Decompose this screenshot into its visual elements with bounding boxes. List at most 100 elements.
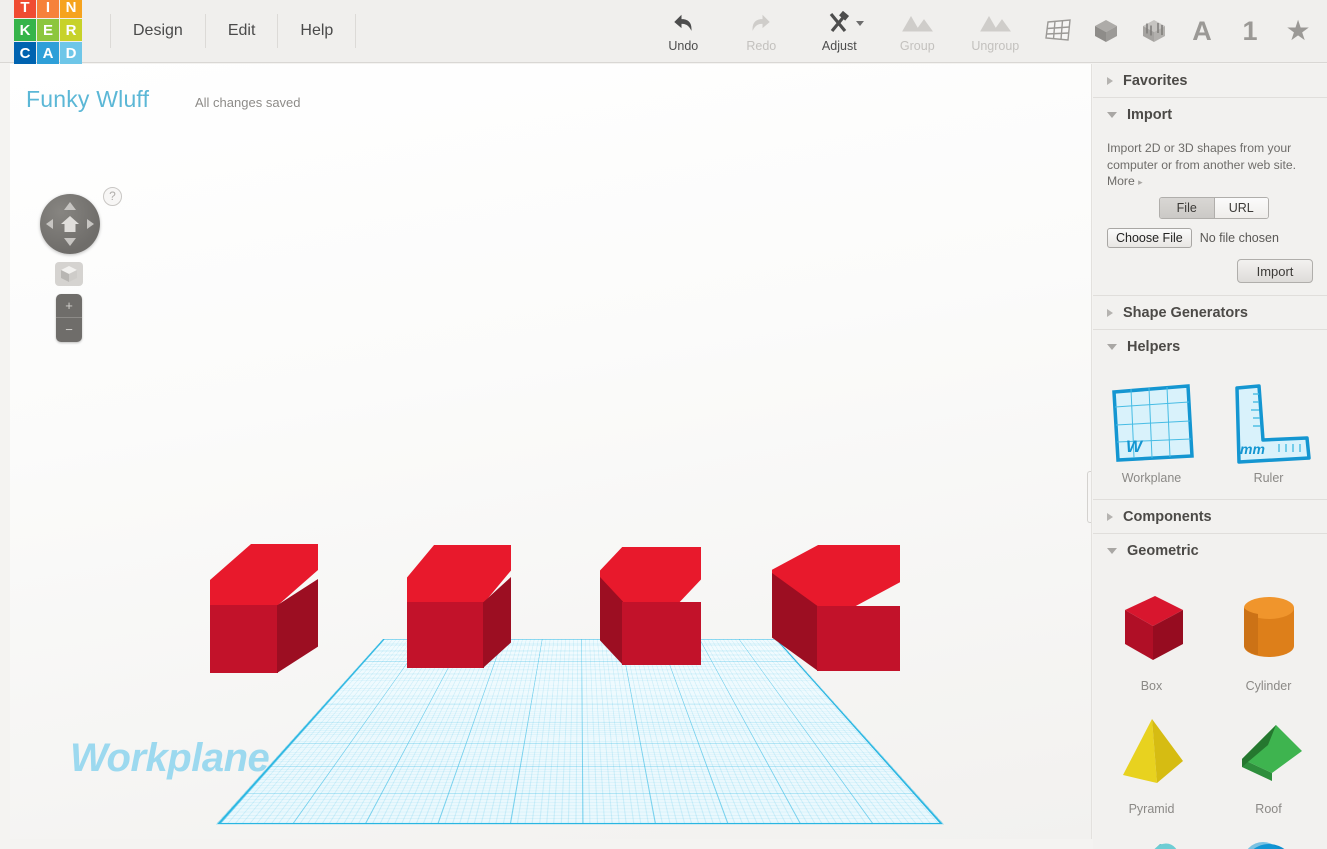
zoom-out-button[interactable]: −	[56, 318, 82, 342]
tab-file[interactable]: File	[1160, 198, 1214, 218]
sphere-shape-icon	[1210, 830, 1327, 849]
chevron-right-icon	[1107, 308, 1113, 317]
adjust-icon	[800, 9, 878, 37]
section-title: Favorites	[1123, 72, 1188, 89]
shape-label: Roof	[1255, 802, 1282, 816]
menu-bar: Design Edit Help	[110, 11, 357, 51]
help-icon[interactable]: ?	[103, 187, 122, 206]
ruler-helper-icon: mm	[1210, 380, 1327, 466]
box-shape-icon	[1093, 584, 1210, 674]
view-toolbar: A 1 ★	[1041, 12, 1315, 50]
project-title[interactable]: Funky Wluff	[26, 86, 149, 113]
star-icon[interactable]: ★	[1281, 12, 1315, 50]
undo-icon	[644, 9, 722, 37]
chevron-down-icon	[1107, 112, 1117, 118]
import-more-link[interactable]: More ▸	[1107, 174, 1313, 188]
import-button[interactable]: Import	[1237, 259, 1313, 283]
box-front-face	[622, 602, 701, 665]
import-button-row: Import	[1107, 248, 1313, 283]
undo-button[interactable]: Undo	[644, 9, 722, 53]
logo-tile: D	[60, 42, 82, 64]
shape-sphere[interactable]	[1210, 824, 1327, 849]
number-one-icon[interactable]: 1	[1233, 12, 1267, 50]
adjust-label: Adjust	[821, 39, 857, 53]
nav-right-arrow-icon[interactable]	[87, 219, 94, 229]
adjust-caret-icon[interactable]	[856, 21, 865, 26]
redo-label: Redo	[746, 39, 777, 53]
logo-tile: K	[14, 19, 36, 41]
chevron-right-icon	[1107, 512, 1113, 521]
section-title: Import	[1127, 107, 1173, 123]
zoom-in-button[interactable]: +	[56, 294, 82, 318]
svg-text:W: W	[1126, 437, 1144, 456]
shape-label: Cylinder	[1245, 679, 1292, 693]
shape-pyramid[interactable]: Pyramid	[1093, 701, 1210, 824]
section-title: Helpers	[1127, 339, 1181, 355]
nav-down-arrow-icon[interactable]	[64, 238, 76, 246]
ungroup-button[interactable]: Ungroup	[956, 9, 1034, 53]
shapes-panel: Favorites Import Import 2D or 3D shapes …	[1093, 64, 1327, 849]
ungroup-label: Ungroup	[971, 39, 1020, 53]
nav-left-arrow-icon[interactable]	[46, 219, 53, 229]
menu-help[interactable]: Help	[278, 14, 357, 48]
logo-tile: C	[14, 42, 36, 64]
fit-view-cube-button[interactable]	[55, 262, 83, 286]
panel-collapse-handle[interactable]: ❯	[1087, 471, 1091, 523]
shape-label: Box	[1140, 679, 1163, 693]
shape-rounded[interactable]	[1093, 824, 1210, 849]
section-components[interactable]: Components	[1093, 500, 1327, 534]
group-label: Group	[899, 39, 935, 53]
section-title: Shape Generators	[1123, 304, 1248, 321]
import-description: Import 2D or 3D shapes from your compute…	[1107, 141, 1296, 172]
no-file-chosen-label: No file chosen	[1199, 231, 1279, 245]
helper-label: Ruler	[1253, 471, 1284, 485]
solid-cube-icon[interactable]	[1089, 12, 1123, 50]
tab-url[interactable]: URL	[1213, 198, 1268, 218]
box-front-face	[210, 605, 278, 673]
redo-icon	[722, 9, 800, 37]
nav-up-arrow-icon[interactable]	[64, 202, 76, 210]
helper-ruler[interactable]: mm Ruler	[1210, 374, 1327, 493]
logo-tile: R	[60, 19, 82, 41]
group-button[interactable]: Group	[878, 9, 956, 53]
group-icon	[878, 9, 956, 37]
logo-tile: N	[60, 0, 82, 18]
tinkercad-logo[interactable]: T I N K E R C A D	[14, 0, 82, 64]
section-favorites[interactable]: Favorites	[1093, 64, 1327, 98]
home-view-icon[interactable]	[60, 214, 80, 234]
pyramid-shape-icon	[1093, 707, 1210, 797]
helper-workplane[interactable]: W Workplane	[1093, 374, 1210, 493]
import-source-tabs[interactable]: File URL	[1159, 197, 1269, 219]
section-import[interactable]: Import	[1093, 98, 1327, 132]
section-shape-generators[interactable]: Shape Generators	[1093, 296, 1327, 330]
workplane-grid-icon[interactable]	[1041, 12, 1075, 50]
text-a-icon[interactable]: A	[1185, 12, 1219, 50]
3d-canvas[interactable]: Workplane Funky Wluff All changes saved …	[10, 64, 1092, 839]
section-title: Geometric	[1127, 543, 1199, 559]
zoom-controls[interactable]: + −	[56, 294, 82, 342]
workplane-helper-icon: W	[1093, 380, 1210, 466]
cylinder-shape-icon	[1210, 584, 1327, 674]
section-helpers[interactable]: Helpers	[1093, 330, 1327, 364]
view-navigation-widget[interactable]	[40, 194, 100, 254]
striped-cube-icon[interactable]	[1137, 12, 1171, 50]
shape-cylinder[interactable]: Cylinder	[1210, 578, 1327, 701]
box-front-face	[407, 602, 484, 668]
chevron-right-icon: ▸	[1138, 177, 1143, 187]
chevron-down-icon	[1107, 344, 1117, 350]
section-title: Components	[1123, 508, 1212, 525]
adjust-button[interactable]: Adjust	[800, 9, 878, 53]
menu-edit[interactable]: Edit	[206, 14, 279, 48]
undo-label: Undo	[668, 39, 699, 53]
logo-tile: A	[37, 42, 59, 64]
geometric-grid: Box Cylinder Pyramid Roof	[1093, 568, 1327, 849]
section-geometric[interactable]: Geometric	[1093, 534, 1327, 568]
shape-box[interactable]: Box	[1093, 578, 1210, 701]
redo-button[interactable]: Redo	[722, 9, 800, 53]
workplane-container	[10, 64, 1091, 839]
ungroup-icon	[956, 9, 1034, 37]
shape-roof[interactable]: Roof	[1210, 701, 1327, 824]
svg-text:mm: mm	[1240, 441, 1265, 457]
menu-design[interactable]: Design	[110, 14, 206, 48]
choose-file-button[interactable]: Choose File	[1107, 228, 1192, 248]
